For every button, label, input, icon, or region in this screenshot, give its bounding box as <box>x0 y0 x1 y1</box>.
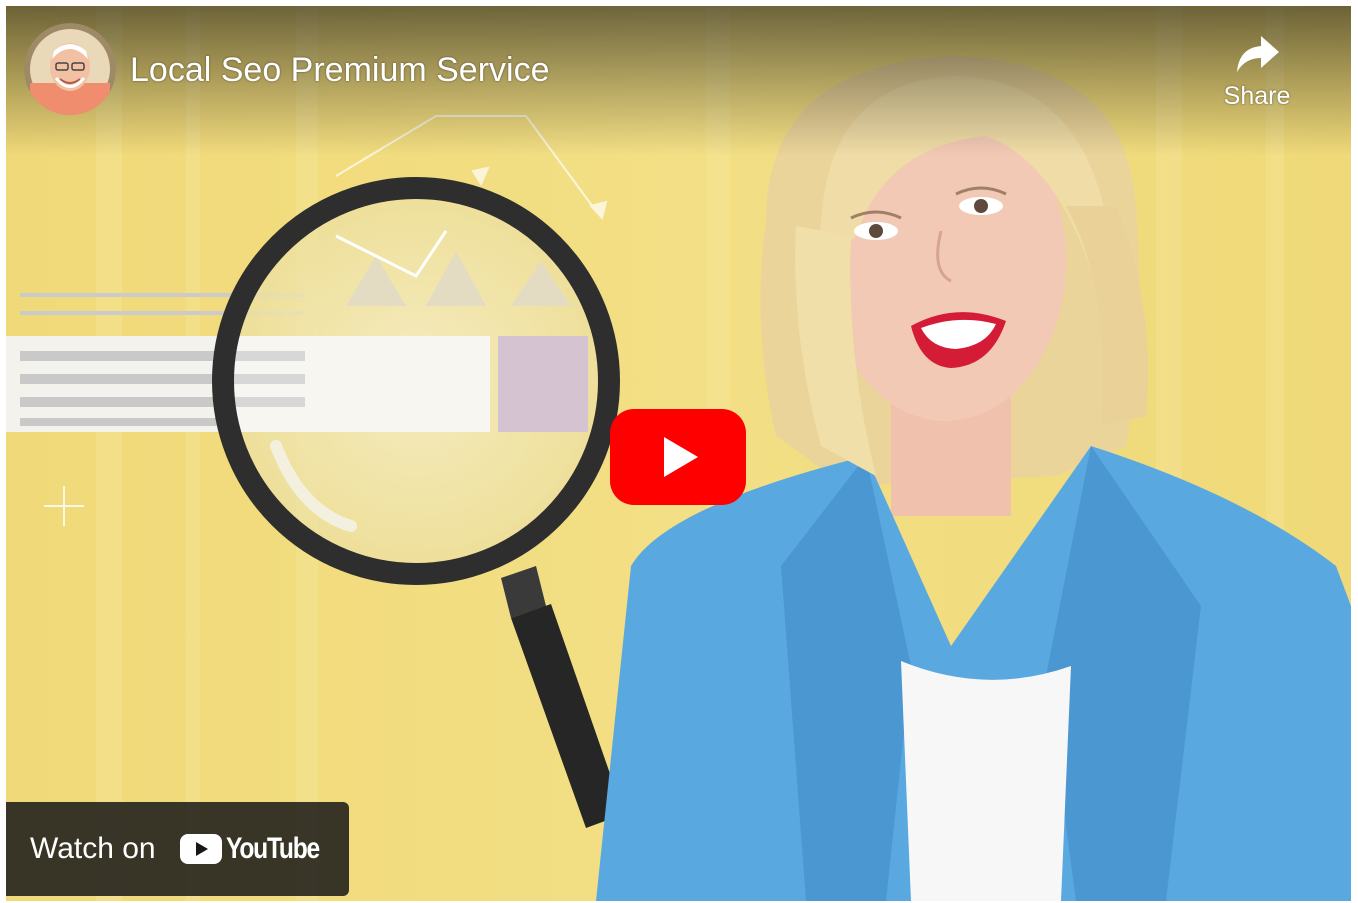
share-arrow-icon <box>1237 36 1279 72</box>
watch-on-youtube-button[interactable]: Watch on YouTube <box>6 802 349 896</box>
video-player[interactable]: Local Seo Premium Service Share Watch on… <box>6 6 1351 901</box>
watch-on-label: Watch on <box>30 832 156 865</box>
share-label: Share <box>1223 82 1291 110</box>
channel-avatar-icon[interactable] <box>24 23 116 115</box>
share-button[interactable]: Share <box>1209 34 1305 111</box>
youtube-play-icon <box>610 409 746 505</box>
youtube-wordmark: YouTube <box>225 832 320 865</box>
youtube-logo-icon <box>179 834 222 864</box>
video-title[interactable]: Local Seo Premium Service <box>130 50 550 90</box>
play-button[interactable] <box>610 409 746 505</box>
youtube-logo: YouTube <box>179 832 339 866</box>
